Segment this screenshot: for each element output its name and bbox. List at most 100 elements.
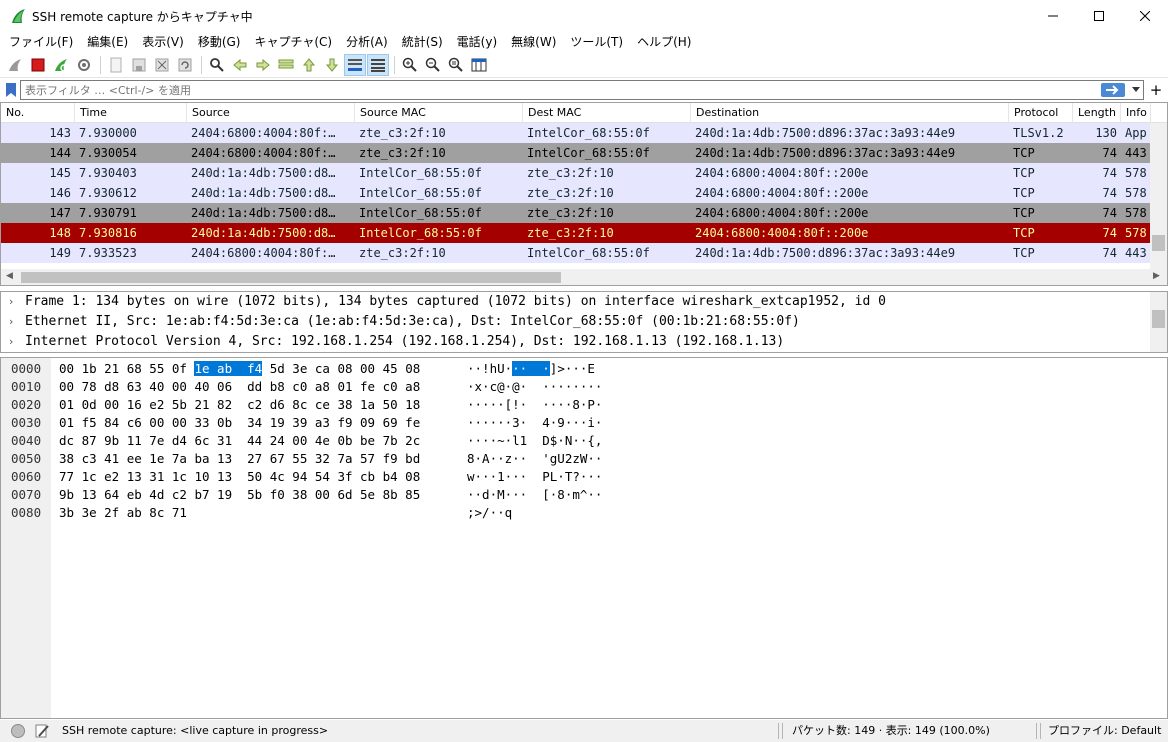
go-forward-button[interactable] [252,54,274,76]
apply-filter-button[interactable] [1101,83,1125,97]
selected-bytes-ascii[interactable]: ·· · [512,361,550,376]
close-button[interactable] [1122,0,1168,32]
packet-list-horizontal-scrollbar[interactable]: ◀ ▶ [1,269,1167,285]
packet-row[interactable]: 149 7.933523 2404:6800:4004:80f:… zte_c3:2f… [1,243,1151,263]
expand-arrow-icon[interactable]: › [9,312,13,332]
colorize-button[interactable] [367,54,389,76]
expand-arrow-icon[interactable]: › [9,292,13,312]
packet-row[interactable]: 143 7.930000 2404:6800:4004:80f:… zte_c3:2f… [1,123,1151,143]
capture-comment-icon[interactable] [34,723,50,739]
expand-arrow-icon[interactable]: › [9,332,13,352]
auto-scroll-button[interactable] [344,54,366,76]
packet-row[interactable]: 148 7.930816 240d:1a:4db:7500:d8… IntelCor_… [1,223,1151,243]
byte-ascii[interactable]: ;>/··q [467,504,512,522]
selected-bytes-hex[interactable]: 1e ab f4 [194,361,263,376]
menu-analyze[interactable]: 分析(A) [339,32,395,52]
detail-item-ethernet[interactable]: › Ethernet II, Src: 1e:ab:f4:5d:3e:ca (1… [1,312,1149,332]
byte-hex[interactable]: 77 1c e2 13 31 1c 10 13 50 4c 94 54 3f c… [59,468,420,486]
menu-wireless[interactable]: 無線(W) [504,32,563,52]
expert-info-icon[interactable] [11,724,25,738]
arrow-up-icon [302,58,316,72]
byte-hex[interactable]: 9b 13 64 eb 4d c2 b7 19 5b f0 38 00 6d 5… [59,486,420,504]
zoom-reset-button[interactable] [445,54,467,76]
byte-hex[interactable]: 01 f5 84 c6 00 00 33 0b 34 19 39 a3 f9 0… [59,414,420,432]
close-file-button[interactable] [151,54,173,76]
packet-cell-length: 74 [1102,246,1117,260]
byte-hex[interactable]: 3b 3e 2f ab 8c 71 [59,504,187,522]
byte-ascii[interactable]: 8·A··z·· 'gU2zW·· [467,450,602,468]
stop-capture-button[interactable] [27,54,49,76]
column-header-dest-mac[interactable]: Dest MAC [523,103,691,123]
scroll-left-icon[interactable]: ◀ [6,271,13,281]
column-header-no[interactable]: No. [1,103,75,123]
byte-hex[interactable]: 00 78 d8 63 40 00 40 06 dd b8 c0 a8 01 f… [59,378,420,396]
menu-tools[interactable]: ツール(T) [563,32,630,52]
packet-row[interactable]: 146 7.930612 240d:1a:4db:7500:d8… IntelCor_… [1,183,1151,203]
menu-help[interactable]: ヘルプ(H) [630,32,698,52]
detail-text: Ethernet II, Src: 1e:ab:f4:5d:3e:ca (1e:… [25,314,800,329]
go-to-packet-button[interactable] [275,54,297,76]
capture-status-text: SSH remote capture: <live capture in pro… [62,724,329,737]
filter-history-dropdown[interactable] [1131,84,1141,96]
reload-file-button[interactable] [174,54,196,76]
byte-hex[interactable]: 01 0d 00 16 e2 5b 21 82 c2 d6 8c ce 38 1… [59,396,420,414]
column-header-time[interactable]: Time [75,103,187,123]
zoom-in-button[interactable] [399,54,421,76]
scrollbar-thumb[interactable] [1152,235,1165,251]
column-header-length[interactable]: Length [1073,103,1121,123]
save-file-button[interactable] [128,54,150,76]
zoom-out-button[interactable] [422,54,444,76]
packet-row[interactable]: 145 7.930403 240d:1a:4db:7500:d8… IntelCor_… [1,163,1151,183]
column-header-source[interactable]: Source [187,103,355,123]
minimize-button[interactable] [1030,0,1076,32]
byte-ascii[interactable]: ·x·c@·@· ········ [467,378,602,396]
column-header-protocol[interactable]: Protocol [1009,103,1073,123]
byte-ascii[interactable]: w···1··· PL·T?··· [467,468,602,486]
menu-view[interactable]: 表示(V) [135,32,191,52]
menu-go[interactable]: 移動(G) [191,32,248,52]
bookmark-icon[interactable] [4,82,18,98]
go-back-button[interactable] [229,54,251,76]
scroll-right-icon[interactable]: ▶ [1153,271,1160,281]
auto-scroll-icon [348,59,362,71]
packet-row[interactable]: 144 7.930054 2404:6800:4004:80f:… zte_c3:2f… [1,143,1151,163]
resize-columns-button[interactable] [468,54,490,76]
detail-item-frame[interactable]: › Frame 1: 134 bytes on wire (1072 bits)… [1,292,1149,312]
start-capture-button[interactable] [4,54,26,76]
byte-ascii[interactable]: ··!hU··· ·]>···E [467,360,595,378]
detail-item-ipv4[interactable]: › Internet Protocol Version 4, Src: 192.… [1,332,1149,352]
restart-capture-button[interactable] [50,54,72,76]
packet-list: No. Time Source Source MAC Dest MAC Dest… [0,102,1168,286]
display-filter-input[interactable] [20,80,1144,100]
byte-hex[interactable]: dc 87 9b 11 7e d4 6c 31 44 24 00 4e 0b b… [59,432,420,450]
byte-row: 0000 00 1b 21 68 55 0f 1e ab f4 5d 3e ca… [1,360,1167,378]
column-header-source-mac[interactable]: Source MAC [355,103,523,123]
last-packet-button[interactable] [321,54,343,76]
scrollbar-thumb[interactable] [1152,310,1165,328]
byte-hex[interactable]: 38 c3 41 ee 1e 7a ba 13 27 67 55 32 7a 5… [59,450,420,468]
open-file-button[interactable] [105,54,127,76]
find-packet-button[interactable] [206,54,228,76]
menu-capture[interactable]: キャプチャ(C) [247,32,339,52]
column-header-info[interactable]: Info [1121,103,1151,123]
menu-file[interactable]: ファイル(F) [2,32,80,52]
capture-options-button[interactable] [73,54,95,76]
scrollbar-thumb[interactable] [21,272,561,283]
profile-selector[interactable]: プロファイル: Default [1048,720,1161,742]
add-filter-button[interactable]: + [1148,80,1164,100]
byte-ascii[interactable]: ·····[!· ····8·P· [467,396,602,414]
byte-ascii[interactable]: ······3· 4·9···i· [467,414,602,432]
byte-hex[interactable]: 00 1b 21 68 55 0f 1e ab f4 5d 3e ca 08 0… [59,360,420,378]
menu-edit[interactable]: 編集(E) [80,32,135,52]
packet-row[interactable]: 147 7.930791 240d:1a:4db:7500:d8… IntelCor_… [1,203,1151,223]
maximize-button[interactable] [1076,0,1122,32]
byte-row: 0030 01 f5 84 c6 00 00 33 0b 34 19 39 a3… [1,414,1167,432]
packet-list-vertical-scrollbar[interactable] [1150,123,1167,269]
byte-ascii[interactable]: ··d·M··· [·8·m^·· [467,486,602,504]
first-packet-button[interactable] [298,54,320,76]
byte-ascii[interactable]: ····~·l1 D$·N··{, [467,432,602,450]
menu-telephony[interactable]: 電話(y) [450,32,504,52]
column-header-destination[interactable]: Destination [691,103,1009,123]
menu-statistics[interactable]: 統計(S) [395,32,450,52]
details-vertical-scrollbar[interactable] [1150,292,1167,352]
